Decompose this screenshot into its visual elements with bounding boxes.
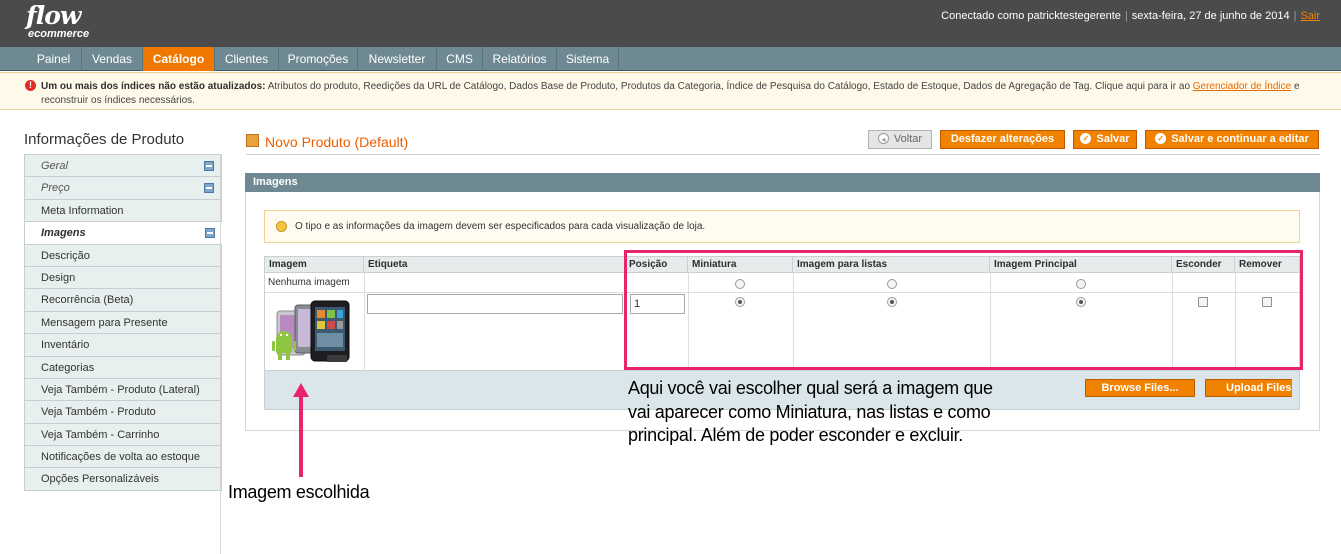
nav-item-relatorios[interactable]: Relatórios [483, 47, 557, 71]
annotation-line-3: principal. Além de poder esconder e excl… [628, 425, 963, 445]
top-header: flow ecommerce Conectado como patricktes… [0, 0, 1341, 47]
sidebar-tabs: Geral Preço Meta Information Imagens Des… [24, 154, 222, 491]
sidebar-item-descricao[interactable]: Descrição [24, 244, 222, 267]
back-button[interactable]: ◂ Voltar [868, 130, 932, 149]
user-info: Conectado como patricktestegerente | sexta… [941, 10, 1320, 22]
sidebar-item-label: Design [41, 271, 76, 284]
column-divider [364, 273, 365, 371]
images-hint: O tipo e as informações da imagem devem … [264, 210, 1300, 243]
sidebar-item-veja-tambem-carrinho[interactable]: Veja Também - Carrinho [24, 423, 222, 447]
hint-text: O tipo e as informações da imagem devem … [295, 221, 706, 232]
product-box-icon [246, 134, 259, 147]
back-arrow-icon: ◂ [877, 132, 889, 144]
logout-link[interactable]: Sair [1300, 10, 1320, 22]
logo-main: flow [26, 1, 81, 30]
sidebar-item-label: Imagens [41, 227, 86, 240]
page-title: Novo Produto (Default) [265, 134, 409, 150]
sidebar-title: Informações de Produto [24, 131, 185, 148]
annotation-chosen-image: Imagem escolhida [228, 482, 370, 502]
col-header-etiqueta: Etiqueta [364, 257, 625, 273]
check-icon: ✓ [1155, 132, 1167, 144]
notice-text: Atributos do produto, Reedições da URL d… [265, 81, 1193, 92]
phone-android-image [272, 300, 350, 362]
error-icon: ! [25, 80, 36, 91]
sidebar-item-label: Geral [41, 160, 68, 172]
lightbulb-icon [276, 221, 287, 232]
section-title: Imagens [245, 173, 1320, 192]
nav-item-promocoes[interactable]: Promoções [279, 47, 358, 71]
nav-item-cms[interactable]: CMS [437, 47, 483, 71]
index-manager-link[interactable]: Gerenciador de Índice [1193, 81, 1291, 92]
sidebar-item-veja-tambem-lateral[interactable]: Veja Também - Produto (Lateral) [24, 378, 222, 402]
browse-files-button[interactable]: Browse Files... [1085, 379, 1195, 397]
header-divider [246, 154, 1320, 155]
save-continue-button[interactable]: ✓ Salvar e continuar a editar [1145, 130, 1319, 149]
sidebar-item-label: Inventário [41, 339, 90, 352]
reset-button[interactable]: Desfazer alterações [940, 130, 1065, 149]
check-icon: ✓ [1080, 132, 1092, 144]
changed-icon [204, 183, 214, 194]
separator: | [1124, 10, 1128, 22]
sidebar-item-meta-information[interactable]: Meta Information [24, 199, 222, 223]
sidebar-item-label: Veja Também - Produto [41, 406, 156, 419]
nav-item-sistema[interactable]: Sistema [557, 47, 619, 71]
nav-item-vendas[interactable]: Vendas [82, 47, 143, 71]
col-header-imagem: Imagem [265, 257, 364, 273]
sidebar-item-label: Opções Personalizáveis [41, 473, 160, 486]
sidebar-item-recorrencia[interactable]: Recorrência (Beta) [24, 289, 222, 312]
main-nav: Painel Vendas Catálogo Clientes Promoçõe… [0, 47, 1341, 71]
sidebar-item-label: Recorrência (Beta) [41, 294, 134, 307]
separator: | [1293, 10, 1297, 22]
sidebar-item-preco[interactable]: Preço [24, 177, 222, 200]
nav-item-newsletter[interactable]: Newsletter [358, 47, 437, 71]
save-continue-label: Salvar e continuar a editar [1171, 133, 1309, 145]
sidebar-item-label: Categorias [41, 361, 95, 374]
sidebar-item-label: Descrição [41, 249, 90, 262]
sidebar-item-label: Notificações de volta ao estoque [41, 451, 200, 464]
save-button[interactable]: ✓ Salvar [1073, 130, 1137, 149]
highlight-box [624, 250, 1303, 370]
sidebar-item-label: Veja Também - Carrinho [41, 428, 160, 441]
connected-user: Conectado como patricktestegerente [941, 10, 1121, 22]
upload-files-button[interactable]: Upload Files [1205, 379, 1292, 397]
nav-item-painel[interactable]: Painel [26, 47, 82, 71]
changed-icon [204, 161, 214, 171]
sidebar-item-inventario[interactable]: Inventário [24, 334, 222, 357]
sidebar-item-geral[interactable]: Geral [24, 155, 222, 178]
sidebar-item-design[interactable]: Design [24, 266, 222, 290]
annotation-line-1: Aqui você vai escolher qual será a image… [628, 378, 993, 398]
sidebar-item-categorias[interactable]: Categorias [24, 356, 222, 379]
sidebar-item-label: Mensagem para Presente [41, 316, 168, 329]
nav-item-catalogo[interactable]: Catálogo [143, 47, 215, 71]
notice-title: Um ou mais dos índices não estão atualiz… [41, 81, 266, 92]
nav-item-clientes[interactable]: Clientes [215, 47, 279, 71]
sidebar-item-veja-tambem-produto[interactable]: Veja Também - Produto [24, 401, 222, 424]
no-image-label: Nenhuma imagem [268, 277, 350, 288]
logo[interactable]: flow ecommerce [26, 1, 90, 40]
sidebar-item-label: Meta Information [41, 204, 124, 217]
sidebar-item-mensagem-presente[interactable]: Mensagem para Presente [24, 311, 222, 335]
arrow-up-icon [293, 383, 309, 477]
sidebar-item-notificacoes-estoque[interactable]: Notificações de volta ao estoque [24, 446, 222, 469]
back-button-label: Voltar [893, 133, 923, 145]
logo-sub: ecommerce [28, 28, 90, 40]
save-button-label: Salvar [1096, 133, 1130, 145]
changed-icon [205, 228, 215, 239]
label-input[interactable] [367, 294, 623, 314]
current-date: sexta-feira, 27 de junho de 2014 [1131, 10, 1290, 22]
index-notice: ! Um ou mais dos índices não estão atual… [0, 72, 1341, 110]
sidebar-item-label: Preço [41, 182, 70, 195]
annotation-line-2: vai aparecer como Miniatura, nas listas … [628, 402, 991, 422]
sidebar-item-label: Veja Também - Produto (Lateral) [41, 383, 200, 396]
sidebar-item-opcoes-personalizaveis[interactable]: Opções Personalizáveis [24, 468, 222, 491]
sidebar-divider [220, 154, 221, 554]
sidebar-item-imagens[interactable]: Imagens [24, 222, 222, 245]
product-thumbnail[interactable] [269, 297, 361, 367]
